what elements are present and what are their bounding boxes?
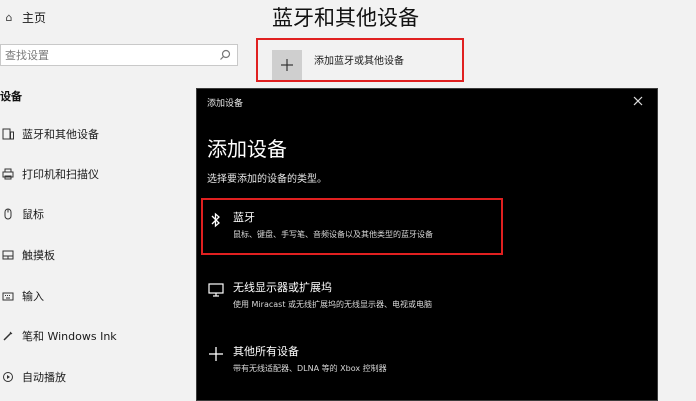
option-everything-else[interactable]: 其他所有设备 带有无线适配器、DLNA 等的 Xbox 控制器 <box>203 333 503 389</box>
sidebar-item-label: 自动播放 <box>22 371 66 384</box>
add-device-button[interactable] <box>272 50 302 80</box>
search-icon[interactable] <box>219 49 231 61</box>
close-icon[interactable] <box>631 94 645 108</box>
add-device-label[interactable]: 添加蓝牙或其他设备 <box>314 52 404 67</box>
printer-icon <box>0 168 18 180</box>
dialog-window-title: 添加设备 <box>207 99 244 109</box>
sidebar-item-label: 触摸板 <box>22 249 55 262</box>
page-title: 蓝牙和其他设备 <box>272 6 419 30</box>
plus-icon <box>281 59 293 71</box>
sidebar-item-mouse[interactable]: 鼠标 <box>0 203 44 225</box>
sidebar-item-autoplay[interactable]: 自动播放 <box>0 366 66 388</box>
option-description: 使用 Miracast 或无线扩展坞的无线显示器、电视或电脑 <box>233 300 433 309</box>
device-icon <box>0 128 18 140</box>
sidebar-item-label: 鼠标 <box>22 208 44 221</box>
sidebar-item-label: 笔和 Windows Ink <box>22 330 117 343</box>
option-title: 其他所有设备 <box>233 345 299 358</box>
pen-icon <box>0 330 18 342</box>
option-wireless-display[interactable]: 无线显示器或扩展坞 使用 Miracast 或无线扩展坞的无线显示器、电视或电脑 <box>203 269 503 325</box>
sidebar-item-label: 输入 <box>22 290 44 303</box>
section-devices: 设备 <box>0 90 22 103</box>
home-icon: ⌂ <box>5 10 13 24</box>
sidebar-item-input[interactable]: 输入 <box>0 285 44 307</box>
plus-icon <box>209 347 223 361</box>
touchpad-icon <box>0 249 18 261</box>
sidebar-item-label: 蓝牙和其他设备 <box>22 128 99 141</box>
monitor-icon <box>208 283 224 297</box>
sidebar-item-label: 打印机和扫描仪 <box>22 168 99 181</box>
search-placeholder: 查找设置 <box>5 49 49 62</box>
dialog-heading: 添加设备 <box>207 137 287 161</box>
sidebar-item-touchpad[interactable]: 触摸板 <box>0 244 55 266</box>
sidebar-item-printers[interactable]: 打印机和扫描仪 <box>0 163 99 185</box>
autoplay-icon <box>0 371 18 383</box>
sidebar-home[interactable]: ⌂ 主页 <box>0 6 47 28</box>
highlight-box-bluetooth <box>201 198 503 255</box>
sidebar-item-pen[interactable]: 笔和 Windows Ink <box>0 325 117 347</box>
mouse-icon <box>0 208 18 220</box>
sidebar-item-bluetooth[interactable]: 蓝牙和其他设备 <box>0 123 99 145</box>
option-title: 无线显示器或扩展坞 <box>233 281 332 294</box>
home-label: 主页 <box>22 10 47 25</box>
option-description: 带有无线适配器、DLNA 等的 Xbox 控制器 <box>233 364 387 373</box>
keyboard-icon <box>0 290 18 302</box>
dialog-subtitle: 选择要添加的设备的类型。 <box>207 174 327 185</box>
search-input[interactable]: 查找设置 <box>0 44 238 66</box>
